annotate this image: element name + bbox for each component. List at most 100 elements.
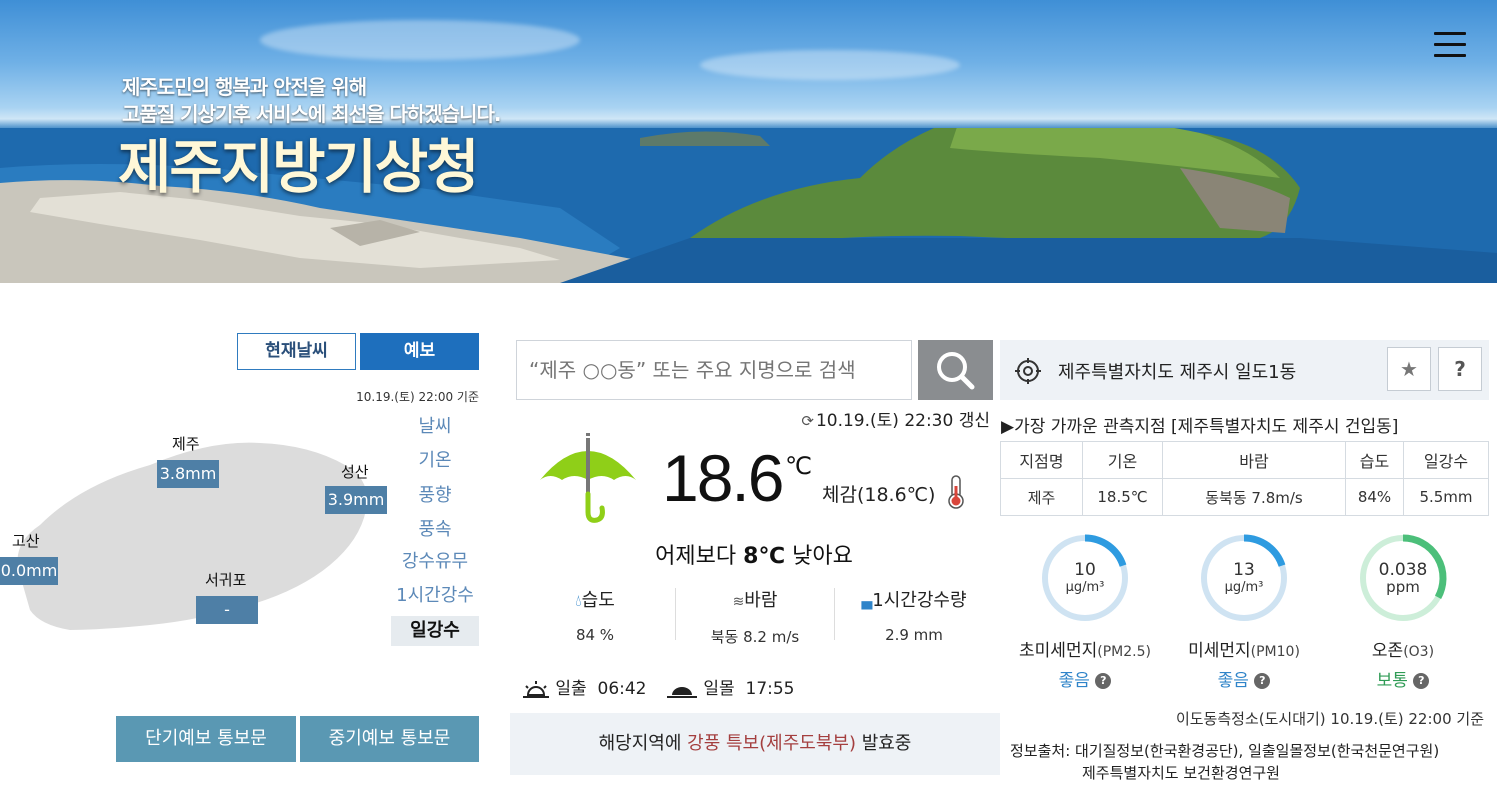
refresh-icon[interactable]: ⟳ bbox=[801, 412, 814, 430]
pm10-unit: μg/m³ bbox=[1224, 580, 1264, 595]
city-value-seogwipo[interactable]: - bbox=[196, 596, 258, 624]
ozone-name: 오존(O3) bbox=[1323, 636, 1483, 661]
nearest-station: ▶가장 가까운 관측지점 [제주특별자치도 제주시 건입동] bbox=[1001, 417, 1399, 437]
slogan-line-1: 제주도민의 행복과 안전을 위해 bbox=[122, 75, 367, 99]
tab-current-weather[interactable]: 현재날씨 bbox=[237, 333, 356, 370]
ozone-grade: 보통 ? bbox=[1323, 666, 1483, 691]
current-location: 제주특별자치도 제주시 일도1동 bbox=[1058, 362, 1297, 383]
rain-gauge-icon: ▄ bbox=[861, 594, 873, 610]
hamburger-bar bbox=[1434, 32, 1466, 35]
ozone-unit: ppm bbox=[1386, 578, 1420, 596]
city-value-jeju[interactable]: 3.8mm bbox=[157, 460, 219, 488]
map-menu-precipitation[interactable]: 강수유무 bbox=[391, 547, 479, 577]
humidity-label: 습도 bbox=[581, 590, 615, 611]
sunrise-time: 06:42 bbox=[597, 679, 647, 699]
hamburger-bar bbox=[1434, 54, 1466, 57]
sunset: 일몰 17:55 bbox=[666, 674, 795, 699]
page: 제주도민의 행복과 안전을 위해 고품질 기상기후 서비스에 최선을 다하겠습니… bbox=[0, 0, 1497, 804]
wind-stat: ≋바람 북동 8.2 m/s bbox=[676, 586, 834, 647]
short-term-forecast-button[interactable]: 단기예보 통보문 bbox=[116, 716, 296, 762]
map-menu-wind-speed[interactable]: 풍속 bbox=[391, 515, 479, 545]
help-circle-icon[interactable]: ? bbox=[1413, 673, 1430, 689]
ozone-sub: (O3) bbox=[1403, 644, 1435, 660]
location-search-input[interactable] bbox=[516, 340, 912, 400]
feels-like-temperature: 체감(18.6℃) bbox=[822, 484, 936, 506]
pm10-value: 13 bbox=[1233, 560, 1255, 580]
table-header: 일강수 bbox=[1403, 441, 1489, 479]
mid-term-forecast-button[interactable]: 중기예보 통보문 bbox=[300, 716, 479, 762]
search-icon bbox=[937, 352, 975, 390]
pm10-gauge: 13 μg/m³ bbox=[1198, 532, 1290, 624]
map-base-time: 10.19.(토) 22:00 기준 bbox=[356, 390, 479, 404]
air-station-time: 이도동측정소(도시대기) 10.19.(토) 22:00 기준 bbox=[1175, 710, 1484, 728]
jeju-island-map bbox=[17, 442, 368, 630]
sunset-label: 일몰 bbox=[703, 679, 735, 699]
table-cell: 제주 bbox=[1000, 478, 1083, 516]
city-label-seongsan: 성산 bbox=[341, 463, 369, 481]
table-cell: 18.5℃ bbox=[1082, 478, 1163, 516]
city-label-seogwipo: 서귀포 bbox=[205, 571, 247, 589]
pm25-sub: (PM2.5) bbox=[1097, 644, 1151, 660]
hourly-rain-stat: ▄1시간강수량 2.9 mm bbox=[835, 586, 993, 644]
hamburger-bar bbox=[1434, 43, 1466, 46]
city-value-seongsan[interactable]: 3.9mm bbox=[325, 486, 387, 514]
help-button[interactable]: ? bbox=[1438, 347, 1482, 391]
help-circle-icon[interactable]: ? bbox=[1254, 673, 1271, 689]
site-title: 제주지방기상청 bbox=[118, 133, 480, 201]
data-source-line-1: 정보출처: 대기질정보(한국환경공단), 일출일몰정보(한국천문연구원) bbox=[1010, 742, 1440, 760]
tab-forecast[interactable]: 예보 bbox=[360, 333, 479, 370]
wind-icon: ≋ bbox=[732, 594, 745, 610]
hourly-rain-value: 2.9 mm bbox=[885, 626, 943, 644]
city-value-gosan[interactable]: 0.0mm bbox=[0, 557, 58, 585]
map-menu-weather[interactable]: 날씨 bbox=[391, 412, 479, 442]
crosshair-location-icon[interactable] bbox=[1014, 357, 1042, 385]
umbrella-icon bbox=[540, 433, 636, 523]
pm25-unit: μg/m³ bbox=[1065, 580, 1105, 595]
sunrise: 일출 06:42 bbox=[522, 674, 647, 699]
header-banner: 제주도민의 행복과 안전을 위해 고품질 기상기후 서비스에 최선을 다하겠습니… bbox=[0, 0, 1497, 283]
map-menu-hourly-rain[interactable]: 1시간강수 bbox=[391, 581, 479, 611]
alert-highlight: 강풍 특보(제주도북부) bbox=[687, 733, 856, 754]
table-cell: 동북동 7.8m/s bbox=[1162, 478, 1346, 516]
pm10-label: 미세먼지 bbox=[1188, 641, 1251, 661]
data-source-line-2: 제주특별자치도 보건환경연구원 bbox=[1082, 764, 1280, 782]
pm10-name: 미세먼지(PM10) bbox=[1164, 636, 1324, 661]
temperature-unit: ℃ bbox=[785, 452, 812, 480]
humidity-stat: 💧︎습도 84 % bbox=[516, 586, 674, 644]
table-row: 제주 18.5℃ 동북동 7.8m/s 84% 5.5mm bbox=[1000, 478, 1489, 516]
compare-suffix: 낮아요 bbox=[785, 544, 853, 569]
table-header: 습도 bbox=[1345, 441, 1404, 479]
yesterday-comparison: 어제보다 8℃ 낮아요 bbox=[516, 538, 992, 570]
table-cell: 5.5mm bbox=[1403, 478, 1489, 516]
hamburger-menu-icon[interactable] bbox=[1434, 32, 1466, 60]
wind-label: 바람 bbox=[744, 590, 778, 611]
update-time-text: 10.19.(토) 22:30 갱신 bbox=[815, 411, 990, 431]
city-label-jeju: 제주 bbox=[172, 435, 200, 453]
map-menu-wind-direction[interactable]: 풍향 bbox=[391, 481, 479, 511]
pm25-name: 초미세먼지(PM2.5) bbox=[1005, 636, 1165, 661]
weather-alert-banner[interactable]: 해당지역에 강풍 특보(제주도북부) 발효중 bbox=[510, 713, 1000, 775]
sunrise-label: 일출 bbox=[555, 679, 587, 699]
table-header-row: 지점명 기온 바람 습도 일강수 bbox=[1000, 441, 1489, 479]
table-cell: 84% bbox=[1345, 478, 1404, 516]
compare-prefix: 어제보다 bbox=[655, 544, 744, 569]
humidity-value: 84 % bbox=[575, 626, 615, 644]
sunset-icon bbox=[667, 687, 697, 698]
location-bar: 제주특별자치도 제주시 일도1동 ★ ? bbox=[1000, 340, 1489, 400]
pm10-grade: 좋음 ? bbox=[1164, 666, 1324, 691]
hourly-rain-label: 1시간강수량 bbox=[872, 590, 967, 611]
pm25-label: 초미세먼지 bbox=[1019, 641, 1098, 661]
map-menu-temperature[interactable]: 기온 bbox=[391, 446, 479, 476]
table-header: 기온 bbox=[1082, 441, 1163, 479]
help-circle-icon[interactable]: ? bbox=[1095, 673, 1112, 689]
compare-value: 8℃ bbox=[743, 544, 786, 569]
favorite-star-icon[interactable]: ★ bbox=[1387, 347, 1431, 391]
table-header: 바람 bbox=[1162, 441, 1346, 479]
pm10-sub: (PM10) bbox=[1250, 644, 1300, 660]
current-temperature: 18.6 bbox=[662, 441, 784, 515]
wind-value: 북동 8.2 m/s bbox=[710, 628, 800, 646]
map-menu-daily-rain[interactable]: 일강수 bbox=[391, 616, 479, 646]
search-button[interactable] bbox=[918, 340, 993, 400]
sunrise-icon bbox=[523, 681, 549, 698]
pm25-grade-text: 좋음 bbox=[1058, 671, 1090, 691]
